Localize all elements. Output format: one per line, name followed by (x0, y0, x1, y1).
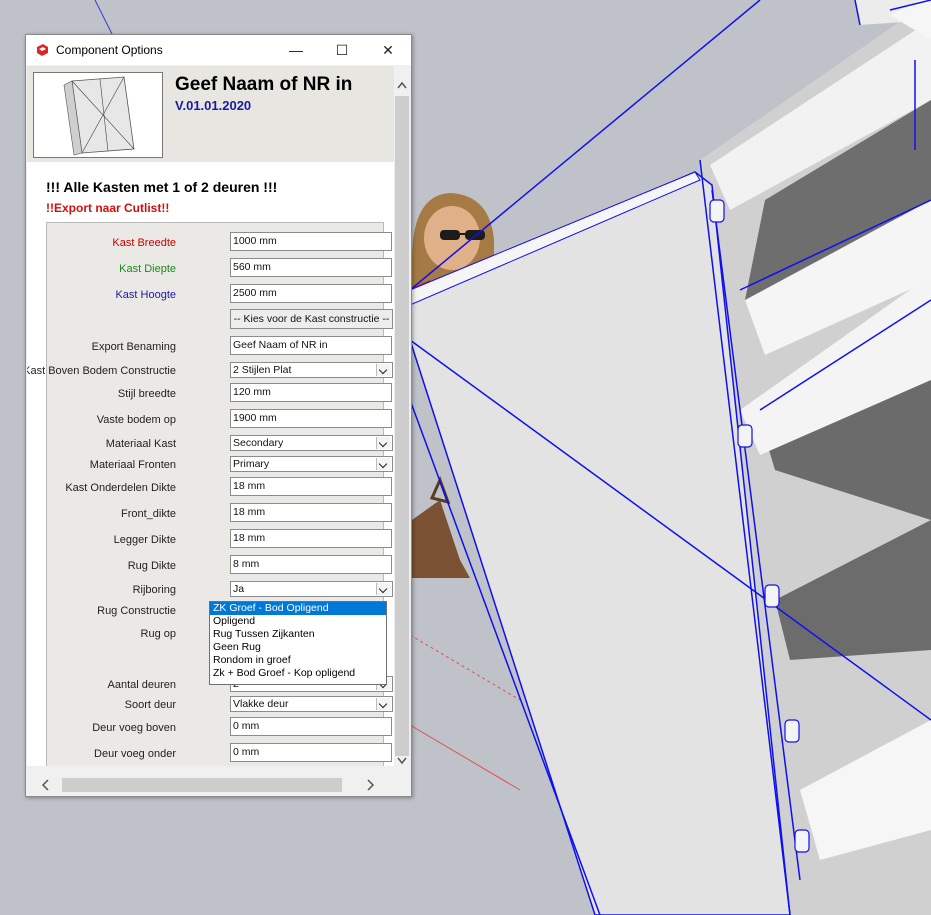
label-onderdelen-dikte: Kast Onderdelen Dikte (65, 482, 176, 494)
boven-bodem-select[interactable]: 2 Stijlen Plat (230, 362, 393, 378)
rijboring-value: Ja (233, 583, 245, 595)
materiaal-kast-value: Secondary (233, 437, 284, 449)
maximize-icon: ☐ (335, 41, 349, 58)
title-bar[interactable]: Component Options — ☐ ✕ (26, 35, 411, 65)
vaste-bodem-input[interactable]: 1900 mm (230, 409, 392, 428)
dropdown-option[interactable]: Zk + Bod Groef - Kop opligend (210, 667, 386, 680)
label-stijl-breedte: Stijl breedte (117, 388, 176, 400)
label-vaste-bodem: Vaste bodem op (96, 414, 176, 426)
materiaal-fronten-select[interactable]: Primary (230, 456, 393, 472)
label-rijboring: Rijboring (132, 584, 176, 596)
subtitle-heading: !!! Alle Kasten met 1 of 2 deuren !!! (46, 179, 278, 195)
horizontal-scroll-thumb[interactable] (62, 778, 342, 792)
kast-breedte-input[interactable]: 1000 mm (230, 232, 392, 251)
label-materiaal-kast: Materiaal Kast (105, 438, 176, 450)
label-rug-constructie: Rug Constructie (97, 605, 176, 617)
scroll-down-icon[interactable] (397, 754, 407, 768)
label-legger-dikte: Legger Dikte (113, 534, 176, 546)
close-icon: ✕ (382, 41, 394, 58)
soort-deur-select[interactable]: Vlakke deur (230, 696, 393, 712)
export-note: !!Export naar Cutlist!! (46, 201, 170, 215)
materiaal-kast-select[interactable]: Secondary (230, 435, 393, 451)
label-deur-voeg-boven: Deur voeg boven (92, 722, 176, 734)
label-deur-voeg-onder: Deur voeg onder (94, 748, 176, 760)
vertical-scrollbar[interactable] (394, 66, 410, 766)
label-export-benaming: Export Benaming (91, 341, 176, 353)
label-soort-deur: Soort deur (124, 699, 176, 711)
label-rug-dikte: Rug Dikte (127, 560, 176, 572)
dropdown-option[interactable]: Rondom in groef (210, 654, 386, 667)
label-front-dikte: Front_dikte (120, 508, 176, 520)
kast-diepte-input[interactable]: 560 mm (230, 258, 392, 277)
close-button[interactable]: ✕ (365, 35, 411, 65)
scroll-right-icon[interactable] (367, 779, 375, 794)
export-benaming-input[interactable]: Geef Naam of NR in (230, 336, 392, 355)
materiaal-fronten-value: Primary (233, 458, 270, 470)
component-header: Geef Naam of NR in V.01.01.2020 (27, 66, 394, 162)
kast-hoogte-input[interactable]: 2500 mm (230, 284, 392, 303)
scroll-up-icon[interactable] (397, 78, 407, 92)
horizontal-scrollbar[interactable] (27, 775, 394, 795)
onderdelen-dikte-input[interactable]: 18 mm (230, 477, 392, 496)
chevron-down-icon (376, 364, 391, 376)
label-aantal-deuren: Aantal deuren (107, 679, 177, 691)
chevron-down-icon (376, 458, 391, 470)
component-thumbnail (33, 72, 163, 158)
chevron-down-icon (376, 437, 391, 449)
minimize-icon: — (289, 42, 303, 58)
component-version: V.01.01.2020 (175, 98, 252, 113)
minimize-button[interactable]: — (273, 35, 319, 65)
stijl-breedte-input[interactable]: 120 mm (230, 383, 392, 402)
label-kast-hoogte: Kast Hoogte (115, 289, 176, 301)
boven-bodem-value: 2 Stijlen Plat (233, 364, 292, 376)
chevron-down-icon (376, 698, 391, 710)
sketchup-logo-icon (35, 43, 49, 57)
window-title: Component Options (56, 43, 163, 57)
vertical-scroll-thumb[interactable] (395, 96, 409, 756)
rijboring-select[interactable]: Ja (230, 581, 393, 597)
soort-deur-value: Vlakke deur (233, 698, 289, 710)
deur-voeg-boven-input[interactable]: 0 mm (230, 717, 392, 736)
component-name: Geef Naam of NR in (175, 74, 353, 95)
dropdown-option[interactable]: Opligend (210, 615, 386, 628)
legger-dikte-input[interactable]: 18 mm (230, 529, 392, 548)
deur-voeg-onder-input[interactable]: 0 mm (230, 743, 392, 762)
label-boven-bodem: Kast Boven Bodem Constructie (27, 365, 176, 377)
rug-constructie-dropdown-list[interactable]: ZK Groef - Bod Opligend Opligend Rug Tus… (209, 601, 387, 685)
front-dikte-input[interactable]: 18 mm (230, 503, 392, 522)
maximize-button[interactable]: ☐ (319, 35, 365, 65)
rug-dikte-input[interactable]: 8 mm (230, 555, 392, 574)
dropdown-option[interactable]: Rug Tussen Zijkanten (210, 628, 386, 641)
label-materiaal-fronten: Materiaal Fronten (89, 459, 176, 471)
scroll-left-icon[interactable] (41, 779, 49, 794)
kies-constructie-button[interactable]: -- Kies voor de Kast constructie -- (230, 309, 393, 329)
label-kast-breedte: Kast Breedte (112, 237, 176, 249)
label-kast-diepte: Kast Diepte (119, 263, 176, 275)
label-rug-op: Rug op (140, 628, 176, 640)
dropdown-option[interactable]: Geen Rug (210, 641, 386, 654)
dropdown-option[interactable]: ZK Groef - Bod Opligend (210, 602, 386, 615)
chevron-down-icon (376, 583, 391, 595)
